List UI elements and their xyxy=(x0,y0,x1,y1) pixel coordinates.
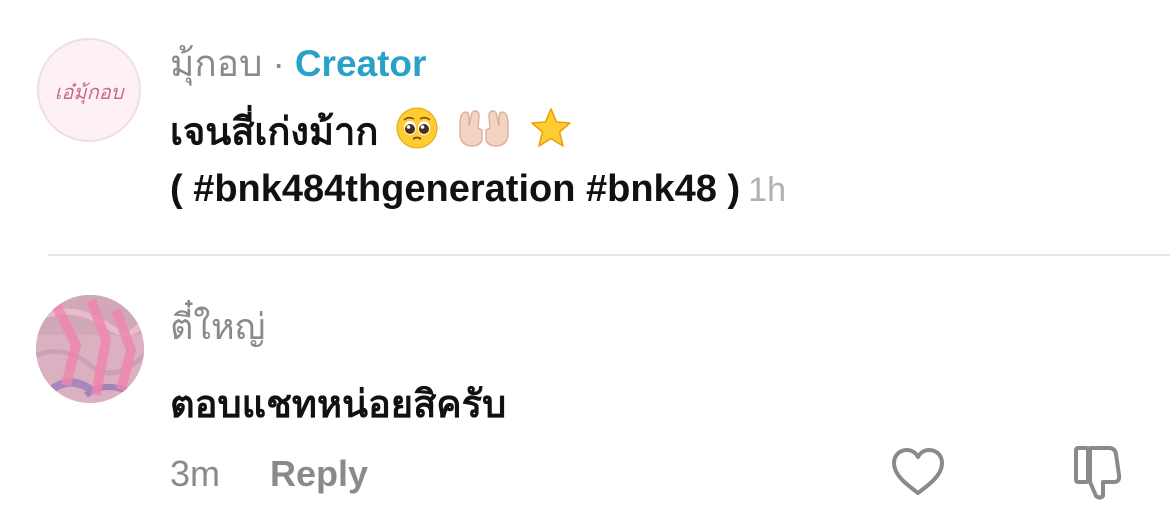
meta-separator: · xyxy=(272,43,285,84)
reply-comment-text: ตอบแชทหน่อยสิครับ xyxy=(170,384,507,426)
star-icon xyxy=(528,106,574,163)
thumbs-down-icon[interactable] xyxy=(1070,442,1128,502)
creator-comment-text: เจนสี่เก่งม้าก xyxy=(170,111,379,154)
creator-avatar-text: เอ๋มุ้กอบ xyxy=(54,80,124,104)
creator-hashtags[interactable]: ( #bnk484thgeneration #bnk48 ) xyxy=(170,168,740,210)
user-avatar[interactable] xyxy=(36,295,144,403)
reply-timestamp: 3m xyxy=(170,453,221,494)
reply-button[interactable]: Reply xyxy=(270,453,368,494)
palms-up-together-icon xyxy=(456,106,512,163)
creator-comment-line1: เจนสี่เก่งม้าก xyxy=(170,106,574,163)
comment-divider xyxy=(48,254,1170,256)
creator-badge: Creator xyxy=(294,43,427,84)
creator-comment-line2: ( #bnk484thgeneration #bnk48 ) 1h xyxy=(170,164,786,215)
creator-avatar[interactable]: เอ๋มุ้กอบ xyxy=(37,38,141,142)
reply-author-name[interactable]: ตี๋ใหญ่ xyxy=(170,305,265,349)
heart-icon[interactable] xyxy=(890,446,946,498)
pleading-face-icon xyxy=(395,106,439,163)
creator-timestamp: 1h xyxy=(748,171,786,209)
reply-action-row: 3m Reply xyxy=(170,452,368,496)
creator-meta-line: มุ้กอบ · Creator xyxy=(170,42,426,86)
creator-author-name[interactable]: มุ้กอบ xyxy=(170,43,263,84)
